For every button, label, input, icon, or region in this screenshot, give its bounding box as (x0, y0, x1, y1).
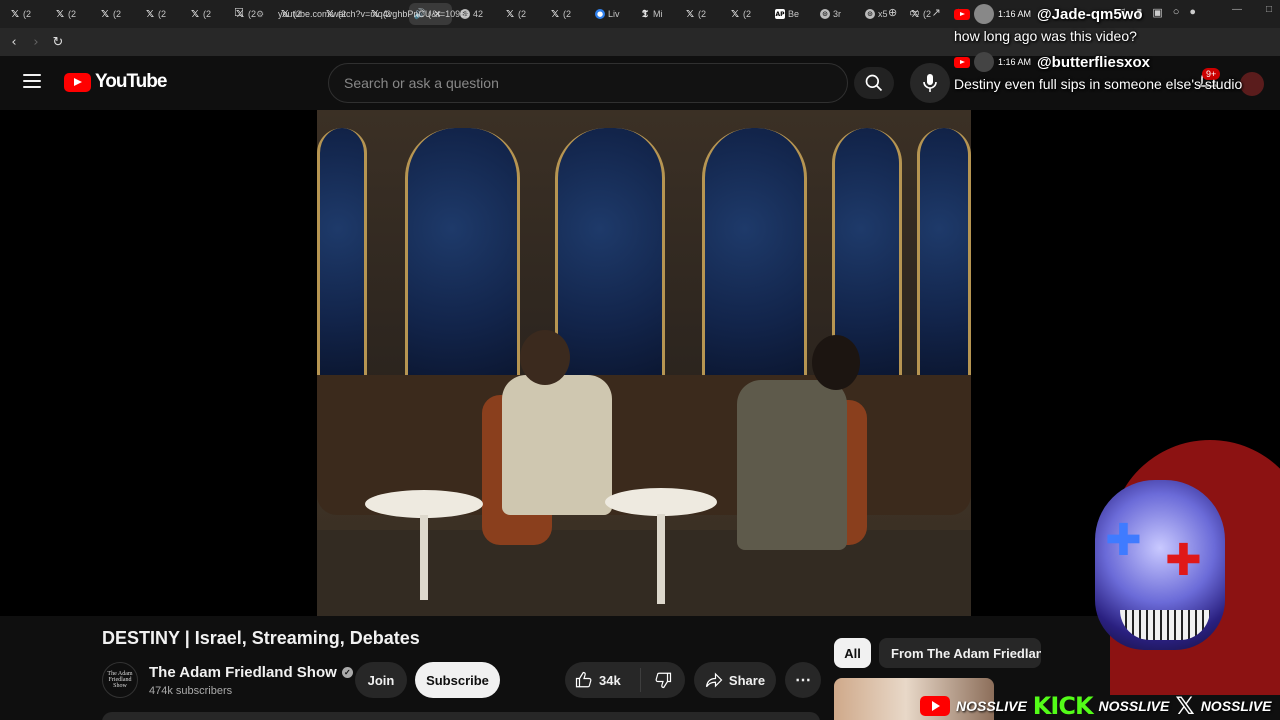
dislike-button[interactable] (641, 671, 685, 689)
cast-icon[interactable]: ▭ (909, 6, 919, 19)
chat-message: 1:16 AM @butterfliesxox Destiny even ful… (954, 52, 1274, 100)
channel-name[interactable]: The Adam Friedland Show ✓ (149, 664, 353, 681)
chat-message: 1:16 AM @Jade-qm5wo how long ago was thi… (954, 4, 1274, 52)
browser-tab[interactable]: 𝕏 (2 (4, 3, 47, 25)
share-label: Share (728, 672, 766, 688)
host-head (812, 335, 860, 390)
video-frame[interactable] (317, 110, 971, 616)
hamburger-menu-icon[interactable] (23, 74, 41, 88)
like-dislike-group: 34k (565, 662, 685, 698)
x-logo-icon: 𝕏 (145, 8, 155, 20)
red-cross-eye-icon: ✚ (1165, 535, 1202, 586)
search-icon (865, 74, 883, 92)
back-icon[interactable]: ‹ (4, 35, 24, 50)
share-icon (705, 672, 723, 688)
thumbs-up-icon (575, 671, 592, 688)
screen: 𝕏 (2 𝕏 (2 𝕏 (2 𝕏 (2 𝕏 (2 𝕏 (2 𝕏 (2 𝕏 (2 𝕏 (2 🔊(✕ ⊙ 42 𝕏 (2 𝕏 (2 ●… (0, 0, 1280, 720)
social-handles-bar: NOSSLIVE KICK NOSSLIVE 𝕏 NOSSLIVE (920, 692, 1271, 720)
side-table-center (605, 488, 717, 516)
chip-from-channel[interactable]: From The Adam Friedland Show (879, 638, 1041, 668)
youtube-icon (954, 8, 970, 20)
guest-head (520, 330, 570, 385)
chat-text: Destiny even full sips in someone else's… (954, 76, 1243, 92)
stream-chat-overlay: 1:16 AM @Jade-qm5wo how long ago was thi… (954, 4, 1274, 100)
table-stem (420, 515, 428, 600)
more-actions-button[interactable]: ⋯ (785, 662, 821, 698)
youtube-logo-text: YouTube (95, 71, 167, 92)
verified-icon: ✓ (341, 667, 353, 678)
x-logo-icon: 𝕏 (190, 8, 200, 20)
toolbar-actions: ⊕ ▭ ↗ ▲ (888, 6, 964, 19)
chat-time: 1:16 AM (998, 57, 1032, 67)
like-count: 34k (599, 672, 621, 688)
velvet-panel (702, 128, 807, 380)
address-bar[interactable]: ⚙ youtube.com/watch?v=mq4vghbPnCU&t=1095… (256, 4, 936, 24)
search-input[interactable] (344, 75, 824, 91)
host-figure (737, 380, 847, 550)
chip-all[interactable]: All (834, 638, 871, 668)
side-table-left (365, 490, 483, 518)
bookmark-icon[interactable]: ☐ (234, 6, 244, 19)
chat-username: @butterfliesxox (1037, 53, 1151, 71)
youtube-play-icon (64, 72, 91, 92)
tab-label: (2 (248, 9, 257, 19)
velvet-panel (917, 128, 971, 380)
velvet-panel (555, 128, 665, 380)
reload-icon[interactable]: ↻ (48, 35, 68, 50)
tab-label: (2 (113, 9, 122, 19)
x-logo-icon: 𝕏 (55, 8, 65, 20)
table-stem (657, 514, 665, 604)
search-button[interactable] (854, 67, 894, 99)
video-title: DESTINY | Israel, Streaming, Debates (102, 628, 420, 648)
velvet-panel (405, 128, 520, 380)
youtube-logo[interactable]: YouTube (64, 71, 167, 93)
browser-tab[interactable]: 𝕏 (2 (184, 3, 227, 25)
description-box[interactable] (102, 712, 820, 720)
tab-label: (2 (23, 9, 32, 19)
tab-label: (2 (203, 9, 212, 19)
share-button[interactable]: Share (694, 662, 776, 698)
microphone-icon (923, 74, 937, 92)
floor (317, 530, 971, 616)
guest-figure (502, 375, 612, 515)
youtube-handle: NOSSLIVE (956, 698, 1027, 714)
more-icon: ⋯ (795, 672, 811, 689)
velvet-panel (317, 128, 367, 380)
site-info-icon[interactable]: ⚙ (256, 9, 270, 20)
subscribe-button[interactable]: Subscribe (415, 662, 500, 698)
url-text: youtube.com/watch?v=mq4vghbPnCU&t=1095s (278, 9, 470, 19)
like-button[interactable]: 34k (565, 668, 641, 692)
youtube-icon (920, 696, 950, 716)
browser-tab[interactable]: 𝕏 (2 (139, 3, 182, 25)
browser-tab[interactable]: 𝕏 (2 (94, 3, 137, 25)
subscriber-count: 474k subscribers (149, 685, 233, 697)
youtube-icon (954, 56, 970, 68)
kick-logo: KICK (1032, 692, 1094, 720)
tab-label: (2 (158, 9, 167, 19)
tab-label: (2 (68, 9, 77, 19)
chat-username: @Jade-qm5wo (1037, 5, 1143, 23)
share-page-icon[interactable]: ↗ (932, 6, 941, 19)
join-button[interactable]: Join (355, 662, 407, 698)
streamer-avatar-overlay: ✚ ✚ (1050, 420, 1280, 695)
chat-avatar (974, 52, 994, 72)
browser-tab[interactable]: 𝕏 (2 (49, 3, 92, 25)
channel-avatar[interactable]: The Adam Friedland Show (102, 662, 138, 698)
voice-search-button[interactable] (910, 63, 950, 103)
search-box (328, 63, 848, 103)
thumbs-down-icon (655, 672, 672, 689)
forward-icon[interactable]: › (26, 35, 46, 50)
x-logo-icon: 𝕏 (1175, 692, 1195, 720)
x-logo-icon: 𝕏 (10, 8, 20, 20)
x-handle: NOSSLIVE (1200, 698, 1272, 714)
channel-name-text: The Adam Friedland Show (149, 664, 337, 681)
chat-avatar (974, 4, 994, 24)
zoom-icon[interactable]: ⊕ (888, 6, 897, 19)
blue-cross-eye-icon: ✚ (1105, 515, 1142, 566)
chat-time: 1:16 AM (998, 9, 1032, 19)
x-logo-icon: 𝕏 (100, 8, 110, 20)
kick-handle: NOSSLIVE (1098, 698, 1170, 714)
chat-text: how long ago was this video? (954, 28, 1137, 44)
